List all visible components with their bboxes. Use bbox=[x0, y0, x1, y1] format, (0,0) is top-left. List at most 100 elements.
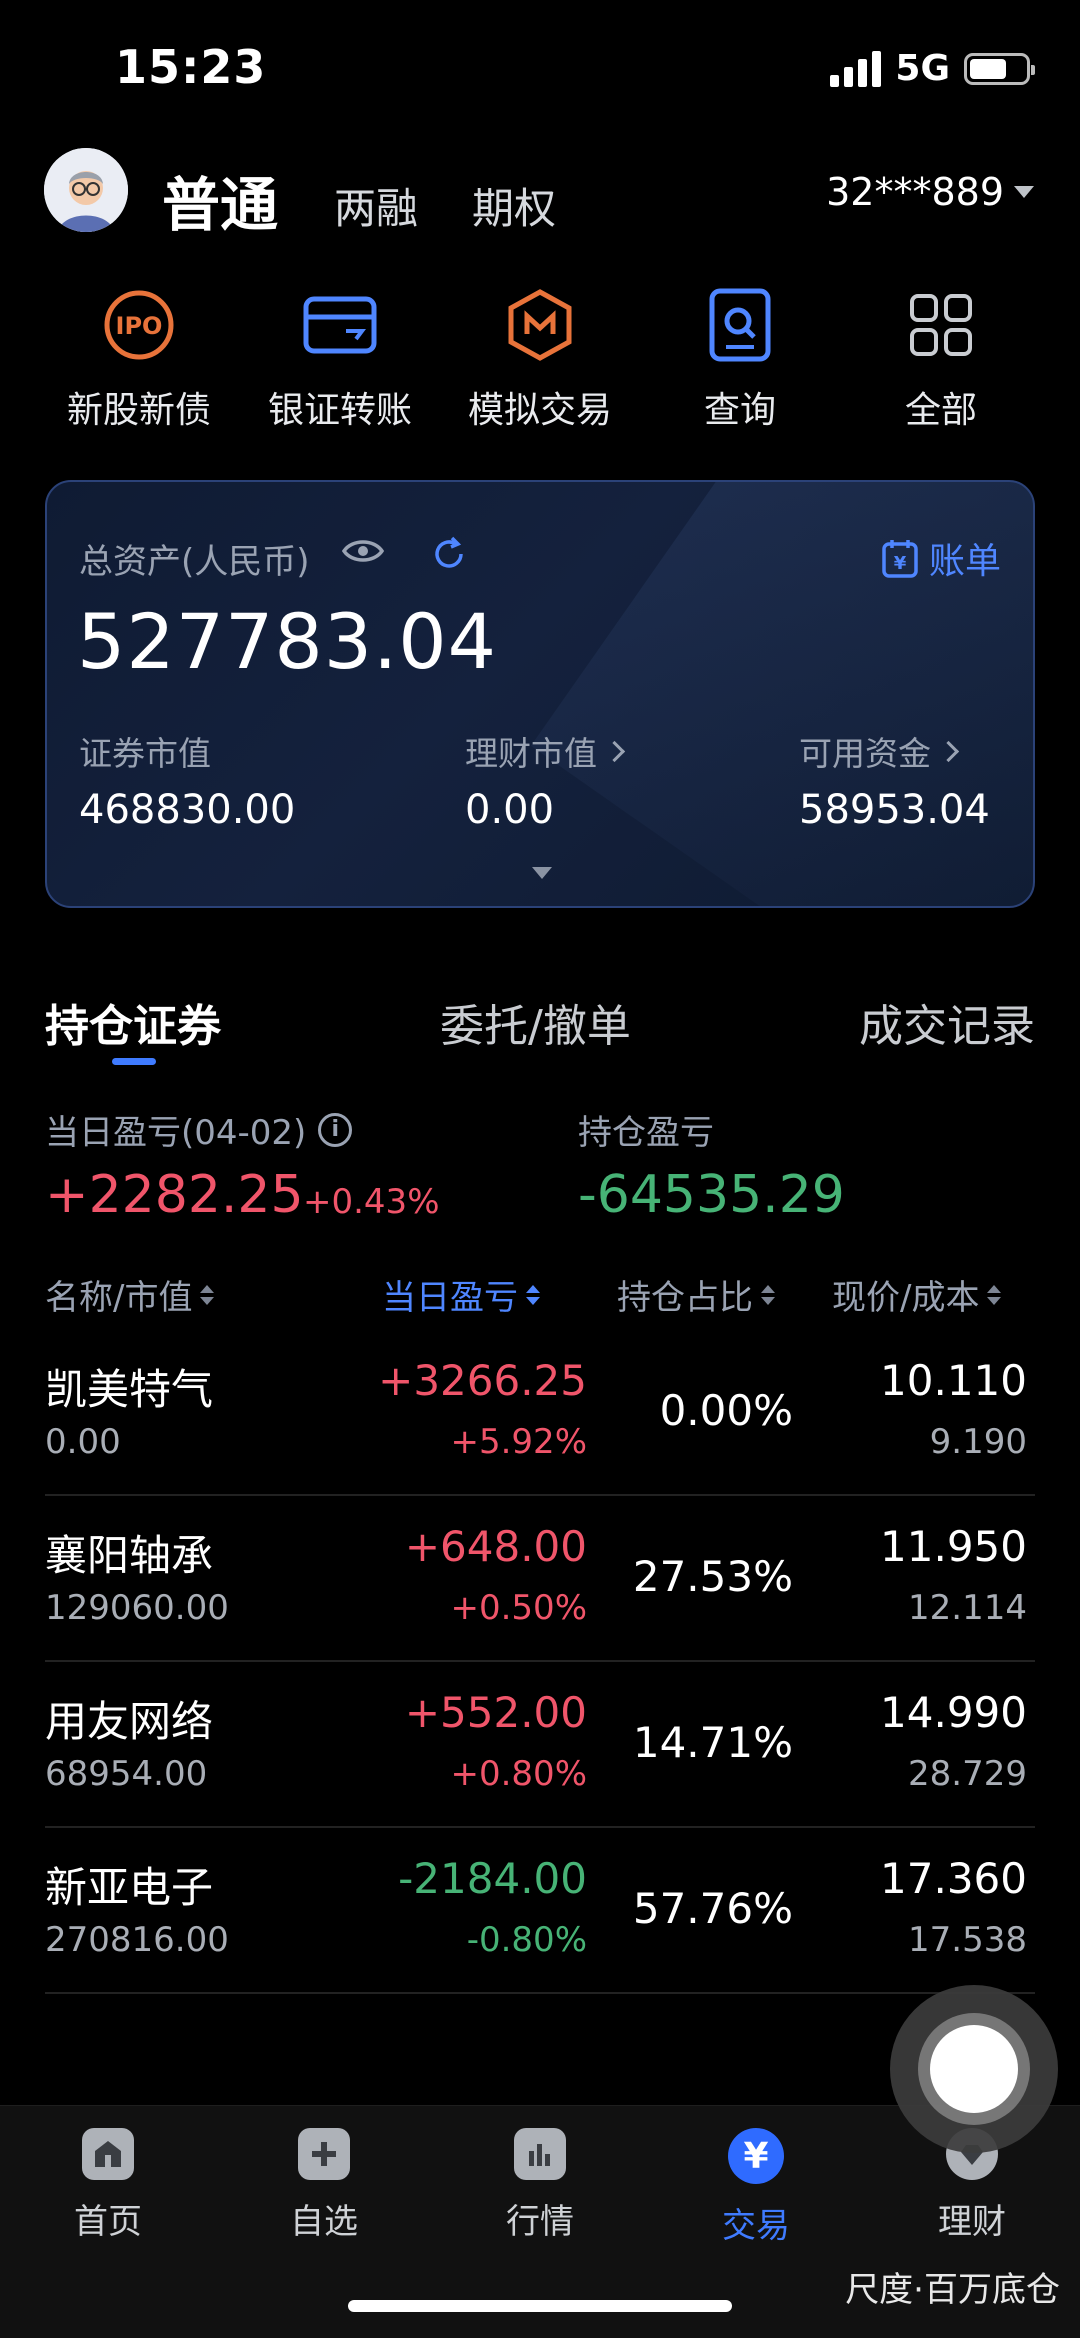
svg-text:¥: ¥ bbox=[894, 553, 907, 574]
securities-value: 468830.00 bbox=[79, 787, 296, 833]
chevron-down-icon bbox=[1014, 186, 1034, 198]
sort-icon bbox=[526, 1284, 540, 1305]
daily-pnl-percent: -0.80% bbox=[466, 1920, 587, 1960]
card-transfer-icon bbox=[300, 285, 380, 365]
stock-name: 凯美特气 bbox=[45, 1365, 214, 1414]
cost-price: 17.538 bbox=[908, 1920, 1027, 1960]
nav-home[interactable]: 首页 bbox=[8, 2128, 208, 2243]
tab-positions[interactable]: 持仓证券 bbox=[45, 990, 221, 1054]
holding-pnl-label: 持仓盈亏 bbox=[578, 1113, 714, 1153]
account-type-options[interactable]: 期权 bbox=[472, 175, 556, 236]
bar-chart-icon bbox=[514, 2128, 566, 2180]
current-price: 14.990 bbox=[880, 1688, 1027, 1737]
chevron-right-icon bbox=[937, 740, 960, 763]
sort-icon bbox=[761, 1284, 775, 1305]
yen-icon: ¥ bbox=[728, 2128, 784, 2184]
wealth-value-link[interactable]: 理财市值 bbox=[465, 727, 626, 775]
nav-trade[interactable]: ¥ 交易 bbox=[656, 2128, 856, 2247]
shortcut-ipo[interactable]: IPO 新股新债 bbox=[39, 285, 239, 433]
sort-icon bbox=[987, 1284, 1002, 1305]
simulate-icon bbox=[500, 285, 580, 365]
daily-pnl: +552.00 bbox=[404, 1688, 587, 1737]
daily-pnl: +648.00 bbox=[404, 1522, 587, 1571]
position-ratio: 57.76% bbox=[632, 1884, 793, 1933]
market-value: 129060.00 bbox=[45, 1588, 229, 1628]
tab-indicator bbox=[112, 1058, 156, 1065]
shortcut-simulate[interactable]: 模拟交易 bbox=[440, 285, 640, 433]
sort-name-market-value[interactable]: 名称/市值 bbox=[45, 1270, 215, 1319]
bill-button[interactable]: ¥ 账单 bbox=[881, 532, 1001, 584]
assistive-touch-button[interactable] bbox=[890, 1985, 1058, 2153]
market-value: 68954.00 bbox=[45, 1754, 208, 1794]
refresh-icon[interactable] bbox=[431, 536, 467, 576]
network-type: 5G bbox=[895, 48, 950, 89]
daily-pnl-percent: +0.43% bbox=[303, 1182, 440, 1222]
sort-daily-pnl[interactable]: 当日盈亏 bbox=[382, 1270, 540, 1319]
table-row[interactable]: 用友网络 68954.00 +552.00 +0.80% 14.71% 14.9… bbox=[45, 1662, 1035, 1828]
position-ratio: 14.71% bbox=[632, 1718, 793, 1767]
asset-card: 总资产(人民币) ¥ 账单 527783.04 证券市值 468830.00 理… bbox=[45, 480, 1035, 908]
daily-pnl-percent: +0.80% bbox=[450, 1754, 588, 1794]
shortcut-query[interactable]: 查询 bbox=[640, 285, 840, 433]
signal-icon bbox=[830, 50, 882, 87]
market-value: 0.00 bbox=[45, 1422, 121, 1462]
total-assets-label: 总资产(人民币) bbox=[79, 542, 310, 582]
expand-chevron-icon[interactable] bbox=[532, 867, 552, 879]
securities-value-label: 证券市值 bbox=[79, 734, 211, 773]
current-price: 17.360 bbox=[880, 1854, 1027, 1903]
home-indicator[interactable] bbox=[348, 2300, 732, 2312]
ipo-icon: IPO bbox=[99, 285, 179, 365]
account-number: 32***889 bbox=[826, 170, 1004, 214]
table-row[interactable]: 凯美特气 0.00 +3266.25 +5.92% 0.00% 10.110 9… bbox=[45, 1330, 1035, 1496]
sort-icon bbox=[200, 1284, 215, 1305]
cost-price: 28.729 bbox=[908, 1754, 1027, 1794]
market-value: 270816.00 bbox=[45, 1920, 229, 1960]
position-ratio: 0.00% bbox=[659, 1386, 793, 1435]
nav-watchlist[interactable]: 自选 bbox=[224, 2128, 424, 2243]
status-indicators: 5G bbox=[830, 48, 1035, 89]
avatar[interactable] bbox=[44, 148, 128, 232]
svg-text:IPO: IPO bbox=[116, 312, 163, 340]
sort-price-cost[interactable]: 现价/成本 bbox=[832, 1270, 1002, 1319]
shortcut-bar: IPO 新股新债 银证转账 模拟交易 查询 全部 bbox=[0, 285, 1080, 431]
daily-pnl: +3266.25 bbox=[378, 1356, 587, 1405]
chevron-right-icon bbox=[603, 740, 626, 763]
sort-position-ratio[interactable]: 持仓占比 bbox=[617, 1270, 775, 1319]
cost-price: 12.114 bbox=[908, 1588, 1027, 1628]
plus-icon bbox=[298, 2128, 350, 2180]
account-type-margin[interactable]: 两融 bbox=[334, 175, 418, 236]
current-price: 10.110 bbox=[880, 1356, 1027, 1405]
status-time: 15:23 bbox=[115, 40, 267, 94]
current-price: 11.950 bbox=[880, 1522, 1027, 1571]
daily-pnl-label: 当日盈亏(04-02) i bbox=[45, 1105, 353, 1154]
available-cash-link[interactable]: 可用资金 bbox=[799, 727, 960, 775]
daily-pnl: -2184.00 bbox=[398, 1854, 587, 1903]
info-icon[interactable]: i bbox=[318, 1112, 353, 1147]
stock-name: 襄阳轴承 bbox=[45, 1531, 214, 1580]
table-row[interactable]: 新亚电子 270816.00 -2184.00 -0.80% 57.76% 17… bbox=[45, 1828, 1035, 1994]
daily-pnl-percent: +5.92% bbox=[450, 1422, 588, 1462]
battery-icon bbox=[964, 52, 1035, 85]
daily-pnl-percent: +0.50% bbox=[450, 1588, 588, 1628]
holding-pnl-value: -64535.29 bbox=[578, 1165, 845, 1225]
account-type-normal[interactable]: 普通 bbox=[162, 158, 278, 242]
available-cash-value: 58953.04 bbox=[799, 787, 990, 833]
account-selector[interactable]: 32***889 bbox=[826, 170, 1034, 214]
nav-market[interactable]: 行情 bbox=[440, 2128, 640, 2243]
calendar-yen-icon: ¥ bbox=[882, 540, 918, 578]
shortcut-bank-transfer[interactable]: 银证转账 bbox=[240, 285, 440, 433]
shortcut-all[interactable]: 全部 bbox=[841, 285, 1041, 433]
eye-icon[interactable] bbox=[341, 536, 385, 570]
tab-orders[interactable]: 委托/撤单 bbox=[440, 990, 631, 1054]
table-row[interactable]: 襄阳轴承 129060.00 +648.00 +0.50% 27.53% 11.… bbox=[45, 1496, 1035, 1662]
tab-trades[interactable]: 成交记录 bbox=[859, 990, 1035, 1054]
watermark: 尺度·百万底仓 bbox=[845, 2270, 1060, 2310]
position-ratio: 27.53% bbox=[632, 1552, 793, 1601]
stock-name: 用友网络 bbox=[45, 1697, 214, 1746]
stock-name: 新亚电子 bbox=[45, 1863, 214, 1912]
daily-pnl-value: +2282.25 bbox=[45, 1165, 304, 1225]
cost-price: 9.190 bbox=[929, 1422, 1027, 1462]
total-assets-value: 527783.04 bbox=[77, 597, 497, 686]
grid-icon bbox=[901, 285, 981, 365]
home-icon bbox=[82, 2128, 134, 2180]
